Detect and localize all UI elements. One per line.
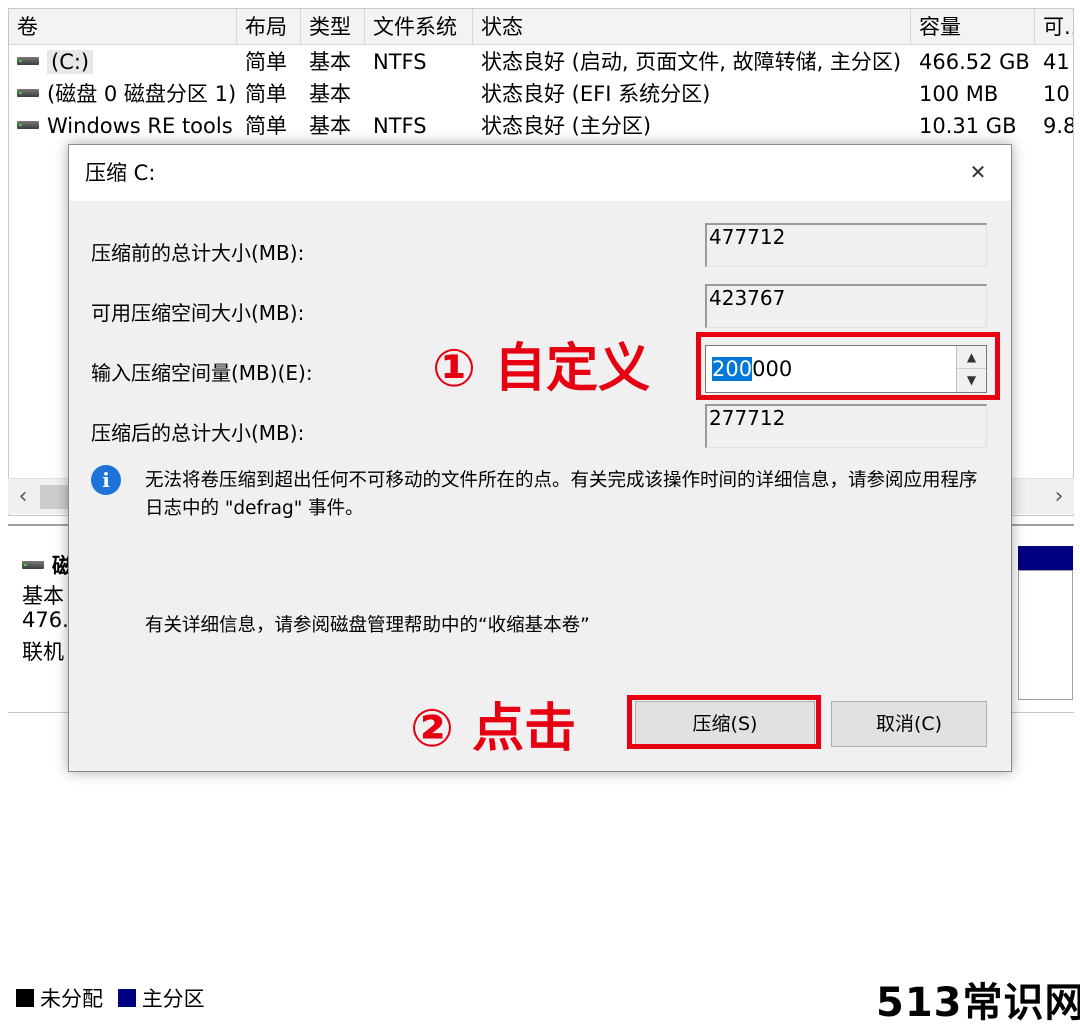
cancel-button[interactable]: 取消(C) [831, 701, 987, 747]
column-header-volume[interactable]: 卷 [9, 9, 237, 45]
annotation-step1: ① 自定义 [432, 339, 651, 399]
column-header-capacity[interactable]: 容量 [911, 9, 1035, 45]
disk-icon [22, 561, 44, 569]
scroll-left-icon[interactable]: ‹ [8, 479, 38, 515]
total-after-label: 压缩后的总计大小(MB): [91, 421, 305, 445]
close-icon[interactable]: ✕ [965, 159, 991, 185]
volume-type: 基本 [309, 114, 351, 138]
column-header-filesystem[interactable]: 文件系统 [365, 9, 473, 45]
volume-type: 基本 [309, 50, 351, 74]
highlight-box-input [696, 332, 1000, 400]
drive-icon [17, 89, 39, 97]
table-row[interactable]: (C:) 简单 基本 NTFS 状态良好 (启动, 页面文件, 故障转储, 主分… [9, 46, 1073, 78]
disk-type: 基本 [22, 584, 64, 608]
table-row[interactable]: Windows RE tools 简单 基本 NTFS 状态良好 (主分区) 1… [9, 110, 1073, 142]
dialog-titlebar[interactable]: 压缩 C: ✕ [69, 145, 1011, 201]
drive-icon [17, 121, 39, 129]
total-after-value: 277712 [705, 404, 987, 448]
column-header-layout[interactable]: 布局 [237, 9, 301, 45]
legend: 未分配 主分区 [16, 984, 205, 1014]
volume-fs: NTFS [373, 114, 427, 138]
volume-fs: NTFS [373, 50, 427, 74]
volume-name: Windows RE tools [47, 114, 233, 138]
volume-capacity: 466.52 GB [919, 50, 1030, 74]
partition-header-bar [1018, 546, 1073, 570]
disk-state: 联机 [22, 640, 64, 664]
legend-label-unallocated: 未分配 [40, 987, 103, 1011]
partition-block[interactable] [1018, 570, 1073, 700]
volume-free: 10 [1043, 82, 1070, 106]
watermark: 513常识网 [876, 980, 1080, 1026]
available-shrink-value: 423767 [705, 284, 987, 328]
volume-name-cell: (C:) [9, 46, 237, 78]
legend-swatch-unallocated [16, 989, 34, 1007]
shrink-amount-label: 输入压缩空间量(MB)(E): [91, 361, 313, 385]
table-row[interactable]: (磁盘 0 磁盘分区 1) 简单 基本 状态良好 (EFI 系统分区) 100 … [9, 78, 1073, 110]
total-before-value: 477712 [705, 223, 987, 267]
volume-status: 状态良好 (主分区) [481, 114, 652, 138]
volume-capacity: 100 MB [919, 82, 999, 106]
scroll-right-icon[interactable]: › [1044, 479, 1074, 515]
help-message: 有关详细信息，请参阅磁盘管理帮助中的“收缩基本卷” [145, 615, 590, 636]
highlight-box-button [627, 695, 821, 749]
info-message: 无法将卷压缩到超出任何不可移动的文件所在的点。有关完成该操作时间的详细信息，请参… [145, 470, 978, 519]
info-icon: i [91, 465, 121, 495]
column-header-status[interactable]: 状态 [473, 9, 911, 45]
column-header-free[interactable]: 可... [1035, 9, 1073, 45]
volume-status: 状态良好 (启动, 页面文件, 故障转储, 主分区) [481, 50, 902, 74]
volume-fs [365, 78, 473, 110]
volume-capacity: 10.31 GB [919, 114, 1017, 138]
legend-swatch-primary [117, 989, 136, 1007]
volume-layout: 简单 [245, 82, 287, 106]
volume-free: 41 [1043, 50, 1070, 74]
available-shrink-label: 可用压缩空间大小(MB): [91, 301, 305, 325]
total-before-label: 压缩前的总计大小(MB): [91, 241, 305, 265]
volume-name-cell: (磁盘 0 磁盘分区 1) [9, 78, 237, 110]
column-header-type[interactable]: 类型 [301, 9, 365, 45]
legend-label-primary: 主分区 [141, 987, 205, 1011]
volume-status: 状态良好 (EFI 系统分区) [481, 82, 711, 106]
annotation-step2: ② 点击 [410, 699, 577, 759]
drive-icon [17, 57, 39, 65]
disk-label[interactable]: 磁 [22, 550, 73, 580]
volume-name-cell: Windows RE tools [9, 110, 237, 142]
shrink-dialog: 压缩 C: ✕ 压缩前的总计大小(MB): 477712 可用压缩空间大小(MB… [68, 144, 1012, 772]
volume-free: 9.8 [1043, 114, 1074, 138]
dialog-title: 压缩 C: [85, 161, 156, 185]
volume-name: (磁盘 0 磁盘分区 1) [47, 82, 237, 106]
volume-list-header: 卷 布局 类型 文件系统 状态 容量 可... [9, 9, 1073, 45]
volume-type: 基本 [309, 82, 351, 106]
volume-name: (C:) [47, 50, 94, 74]
volume-layout: 简单 [245, 50, 287, 74]
volume-layout: 简单 [245, 114, 287, 138]
